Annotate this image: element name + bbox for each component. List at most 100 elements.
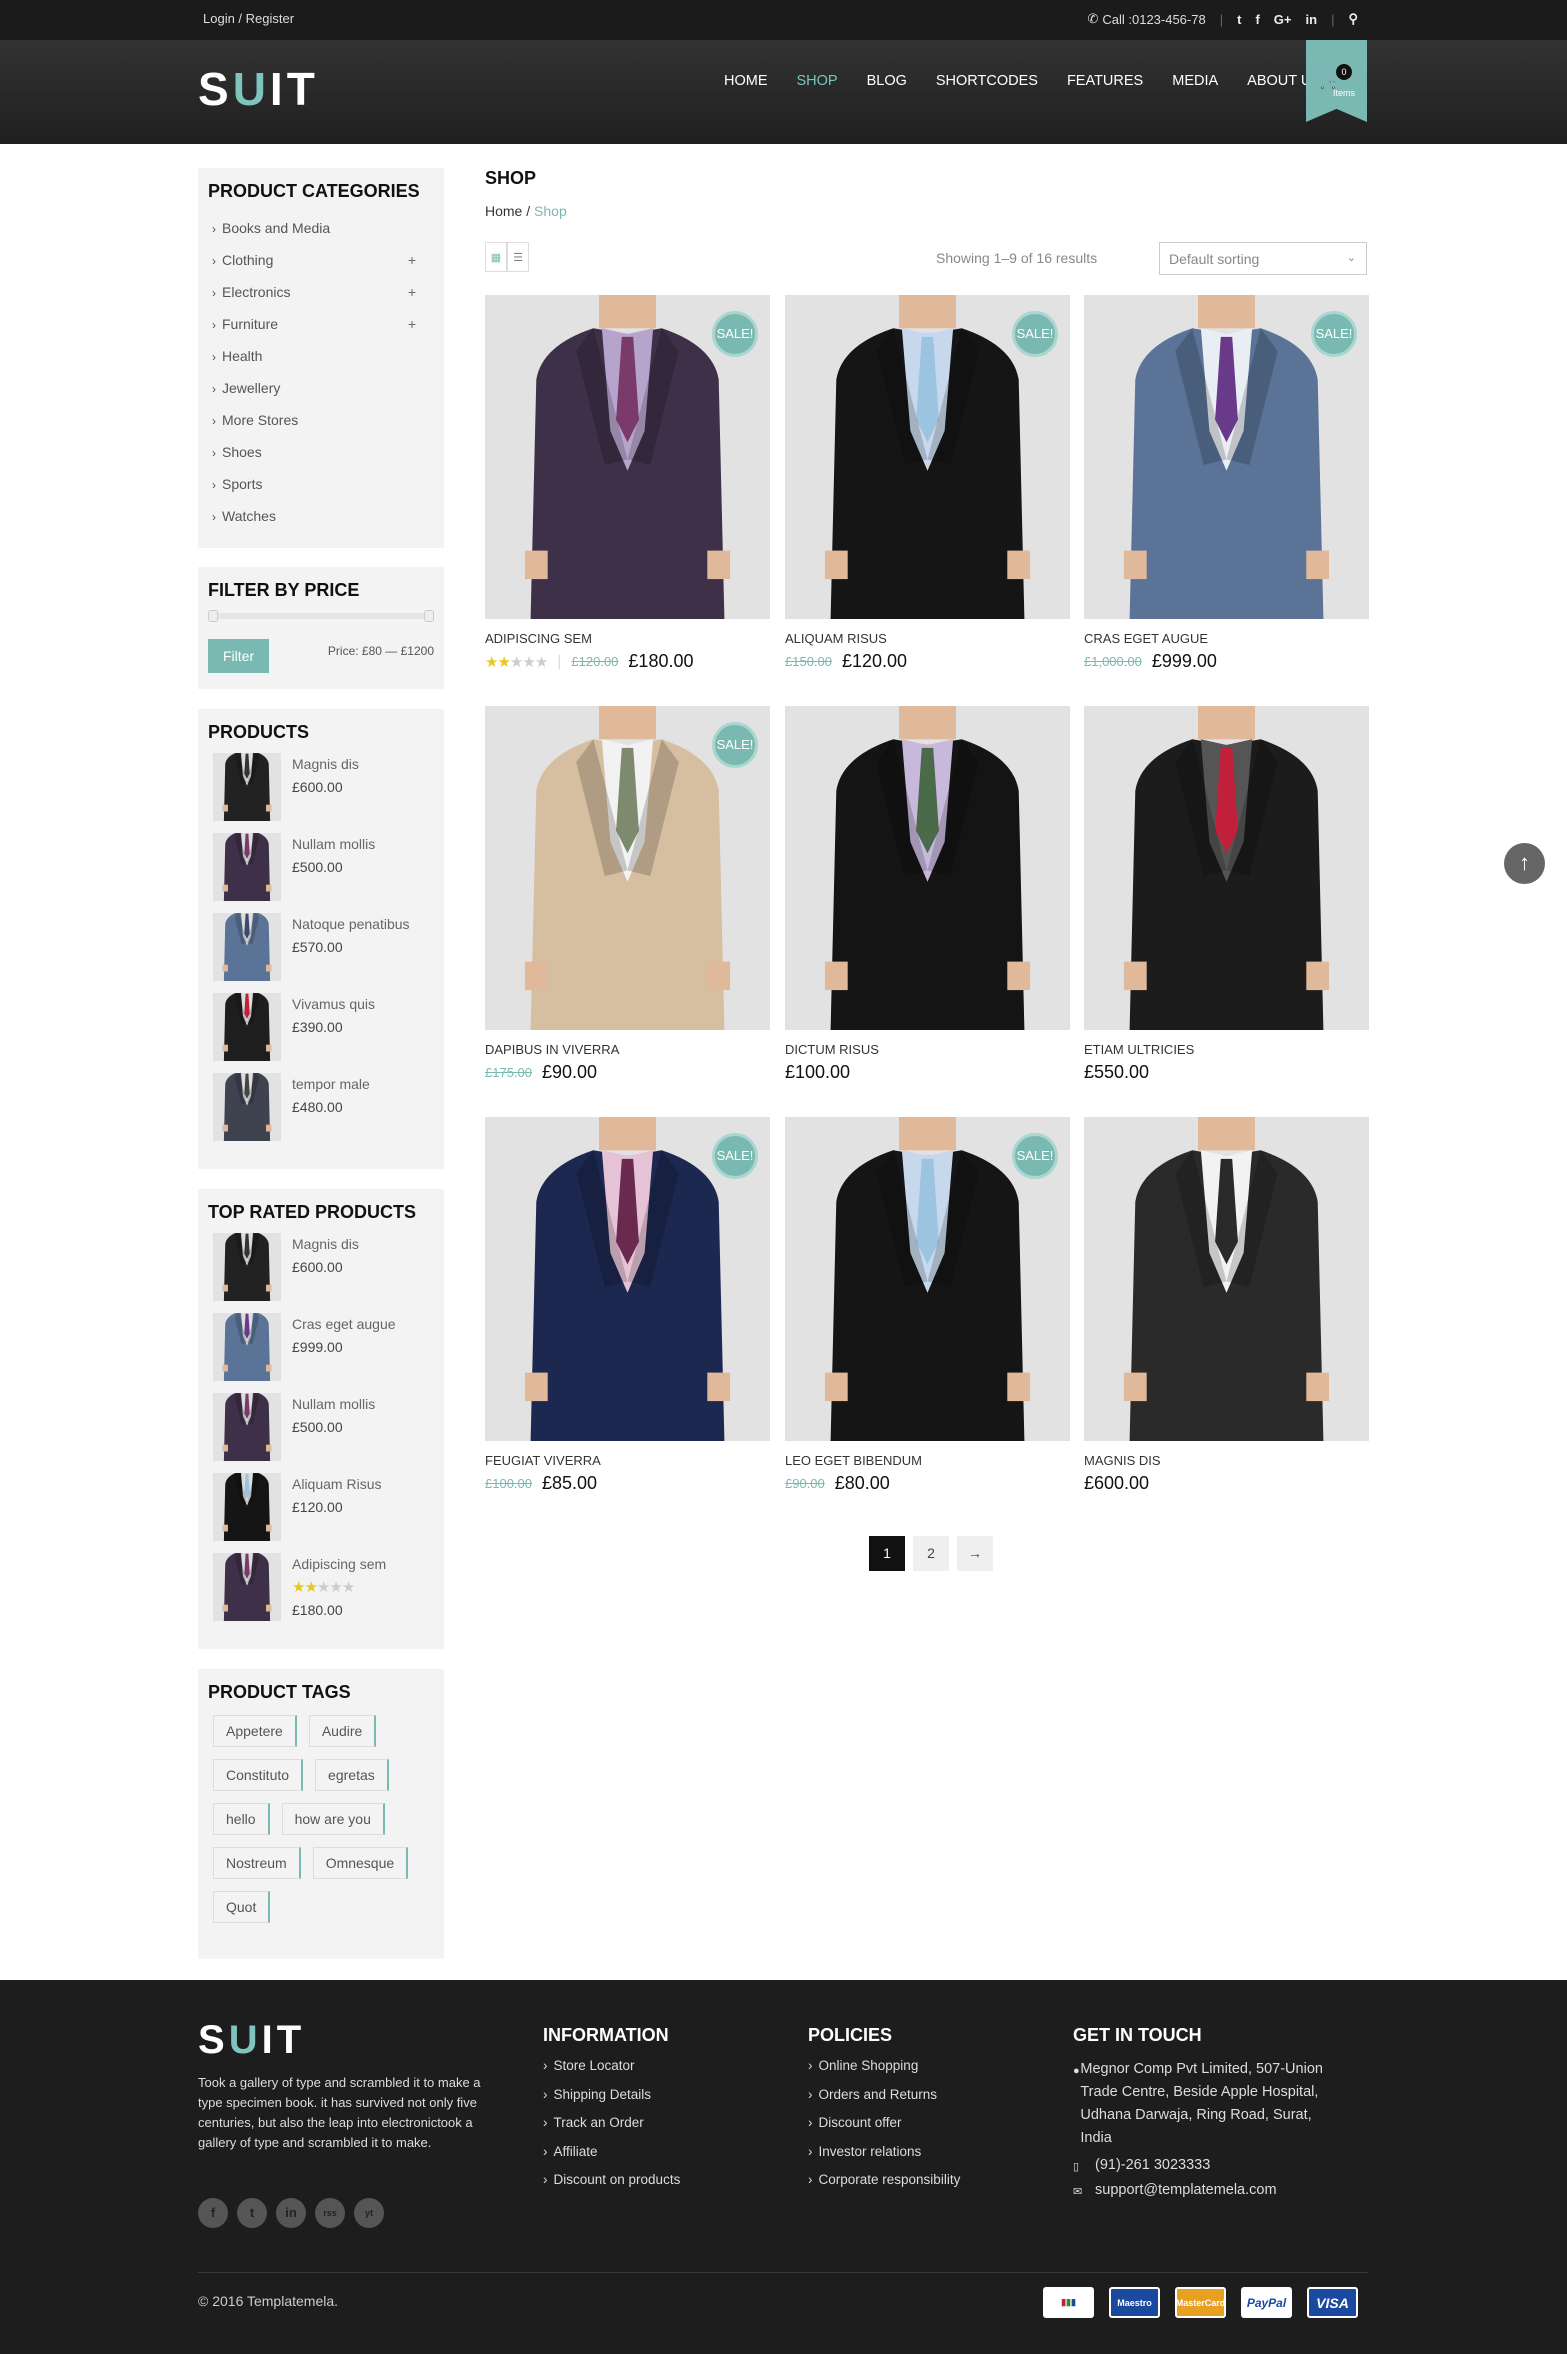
nav-media[interactable]: MEDIA: [1172, 73, 1218, 89]
product-image[interactable]: [1084, 706, 1369, 1030]
nav-shortcodes[interactable]: SHORTCODES: [936, 73, 1038, 89]
facebook-icon[interactable]: f: [1255, 12, 1259, 27]
next-page-button[interactable]: →: [957, 1536, 993, 1571]
footer-link[interactable]: › Investor relations: [808, 2144, 960, 2173]
footer-link[interactable]: › Shipping Details: [543, 2087, 680, 2116]
youtube-icon[interactable]: yt: [354, 2198, 384, 2228]
category-item[interactable]: › Books and Media: [208, 212, 434, 244]
product-thumbnail[interactable]: [213, 1553, 281, 1621]
category-item[interactable]: › Shoes: [208, 436, 434, 468]
widget-product-item[interactable]: Natoque penatibus £570.00: [208, 913, 434, 993]
scroll-to-top-button[interactable]: ↑: [1504, 843, 1545, 884]
search-icon[interactable]: ⚲: [1348, 11, 1358, 27]
expand-icon[interactable]: +: [408, 244, 416, 276]
product-card[interactable]: ETIAM ULTRICIES £550.00: [1084, 706, 1369, 1083]
footer-link[interactable]: › Discount offer: [808, 2115, 960, 2144]
widget-product-item[interactable]: Nullam mollis £500.00: [208, 1393, 434, 1473]
category-item[interactable]: › Health: [208, 340, 434, 372]
product-name[interactable]: Magnis dis: [292, 753, 359, 776]
tag-item[interactable]: how are you: [281, 1803, 385, 1835]
widget-product-item[interactable]: Adipiscing sem ★★★★★ £180.00: [208, 1553, 434, 1633]
email-link[interactable]: support@templatemela.com: [1095, 2179, 1277, 2204]
breadcrumb-home[interactable]: Home: [485, 203, 522, 219]
twitter-icon[interactable]: t: [237, 2198, 267, 2228]
product-name[interactable]: Aliquam Risus: [292, 1473, 381, 1496]
product-name[interactable]: MAGNIS DIS: [1084, 1453, 1369, 1468]
filter-button[interactable]: Filter: [208, 639, 270, 673]
product-thumbnail[interactable]: [213, 1233, 281, 1301]
facebook-icon[interactable]: f: [198, 2198, 228, 2228]
product-name[interactable]: Adipiscing sem: [292, 1553, 386, 1576]
product-name[interactable]: Vivamus quis: [292, 993, 375, 1016]
site-logo[interactable]: SUIT: [198, 62, 319, 116]
product-thumbnail[interactable]: [213, 1473, 281, 1541]
login-register-link[interactable]: Login / Register: [203, 11, 294, 26]
product-name[interactable]: DICTUM RISUS: [785, 1042, 1070, 1057]
product-thumbnail[interactable]: [213, 833, 281, 901]
product-name[interactable]: FEUGIAT VIVERRA: [485, 1453, 770, 1468]
product-image[interactable]: SALE!: [485, 706, 770, 1030]
category-item[interactable]: › Electronics +: [208, 276, 434, 308]
linkedin-icon[interactable]: in: [276, 2198, 306, 2228]
rss-icon[interactable]: rss: [315, 2198, 345, 2228]
product-image[interactable]: SALE!: [485, 295, 770, 619]
footer-logo[interactable]: SUIT: [198, 2018, 305, 2063]
tag-item[interactable]: Quot: [213, 1891, 271, 1923]
tag-item[interactable]: egretas: [315, 1759, 389, 1791]
page-1[interactable]: 1: [869, 1536, 905, 1571]
widget-product-item[interactable]: Magnis dis £600.00: [208, 753, 434, 833]
product-name[interactable]: CRAS EGET AUGUE: [1084, 631, 1369, 646]
category-item[interactable]: › Watches: [208, 500, 434, 532]
category-item[interactable]: › Jewellery: [208, 372, 434, 404]
footer-link[interactable]: › Track an Order: [543, 2115, 680, 2144]
product-card[interactable]: MAGNIS DIS £600.00: [1084, 1117, 1369, 1494]
category-item[interactable]: › More Stores: [208, 404, 434, 436]
product-card[interactable]: SALE! FEUGIAT VIVERRA £100.00 £85.00: [485, 1117, 770, 1494]
category-item[interactable]: › Sports: [208, 468, 434, 500]
tag-item[interactable]: Audire: [308, 1715, 377, 1747]
widget-product-item[interactable]: Vivamus quis £390.00: [208, 993, 434, 1073]
tag-item[interactable]: Constituto: [213, 1759, 304, 1791]
product-name[interactable]: Nullam mollis: [292, 833, 375, 856]
product-card[interactable]: SALE! ADIPISCING SEM ★★★★★ | £120.00 £180.0…: [485, 295, 770, 672]
tag-item[interactable]: hello: [213, 1803, 270, 1835]
product-name[interactable]: ETIAM ULTRICIES: [1084, 1042, 1369, 1057]
product-name[interactable]: LEO EGET BIBENDUM: [785, 1453, 1070, 1468]
product-name[interactable]: Cras eget augue: [292, 1313, 396, 1336]
product-image[interactable]: SALE!: [485, 1117, 770, 1441]
widget-product-item[interactable]: Cras eget augue £999.00: [208, 1313, 434, 1393]
product-card[interactable]: SALE! ALIQUAM RISUS £150.00 £120.00: [785, 295, 1070, 672]
google-plus-icon[interactable]: G+: [1274, 12, 1292, 27]
category-item[interactable]: › Clothing +: [208, 244, 434, 276]
footer-link[interactable]: › Online Shopping: [808, 2058, 960, 2087]
product-image[interactable]: SALE!: [785, 1117, 1070, 1441]
cart-button[interactable]: 🛒 0 Items: [1306, 40, 1367, 122]
product-card[interactable]: SALE! LEO EGET BIBENDUM £90.00 £80.00: [785, 1117, 1070, 1494]
product-image[interactable]: [1084, 1117, 1369, 1441]
category-item[interactable]: › Furniture +: [208, 308, 434, 340]
footer-link[interactable]: › Corporate responsibility: [808, 2172, 960, 2201]
product-thumbnail[interactable]: [213, 753, 281, 821]
footer-link[interactable]: › Store Locator: [543, 2058, 680, 2087]
expand-icon[interactable]: +: [408, 276, 416, 308]
linkedin-icon[interactable]: in: [1306, 12, 1318, 27]
tag-item[interactable]: Omnesque: [312, 1847, 409, 1879]
product-name[interactable]: ALIQUAM RISUS: [785, 631, 1070, 646]
nav-blog[interactable]: BLOG: [867, 73, 907, 89]
product-name[interactable]: tempor male: [292, 1073, 370, 1096]
product-name[interactable]: Natoque penatibus: [292, 913, 410, 936]
product-card[interactable]: DICTUM RISUS £100.00: [785, 706, 1070, 1083]
widget-product-item[interactable]: Aliquam Risus £120.00: [208, 1473, 434, 1553]
price-slider[interactable]: [208, 610, 434, 622]
product-card[interactable]: SALE! DAPIBUS IN VIVERRA £175.00 £90.00: [485, 706, 770, 1083]
product-image[interactable]: SALE!: [1084, 295, 1369, 619]
product-thumbnail[interactable]: [213, 913, 281, 981]
product-name[interactable]: DAPIBUS IN VIVERRA: [485, 1042, 770, 1057]
product-thumbnail[interactable]: [213, 1393, 281, 1461]
expand-icon[interactable]: +: [408, 308, 416, 340]
product-image[interactable]: SALE!: [785, 295, 1070, 619]
list-view-icon[interactable]: ☰: [507, 242, 529, 272]
slider-max-handle[interactable]: [424, 610, 434, 622]
product-name[interactable]: Nullam mollis: [292, 1393, 375, 1416]
product-thumbnail[interactable]: [213, 1313, 281, 1381]
